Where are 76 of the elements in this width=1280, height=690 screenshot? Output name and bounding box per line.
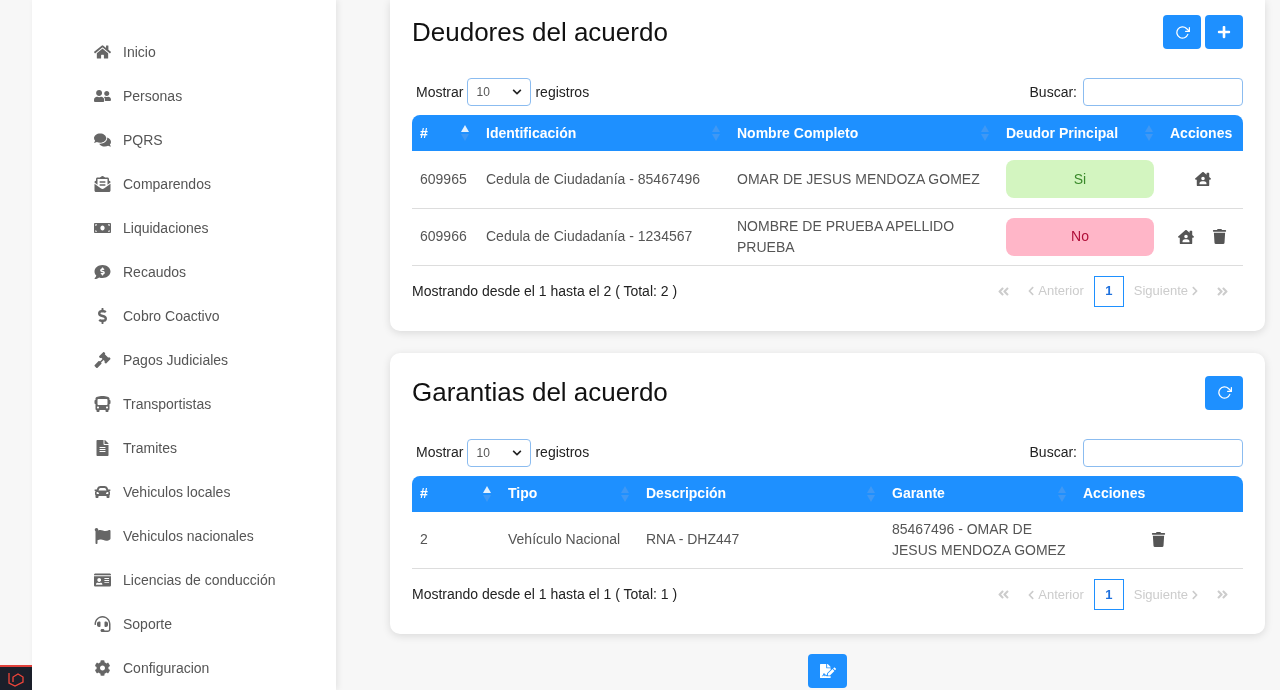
card-title: Garantias del acuerdo [412, 376, 668, 409]
sidebar-item[interactable]: Vehiculos locales [94, 470, 336, 514]
sidebar-item[interactable]: Cobro Coactivo [94, 294, 336, 338]
refresh-button[interactable] [1205, 375, 1243, 410]
trash-icon[interactable] [1212, 229, 1227, 244]
status-badge: Si [1006, 160, 1154, 199]
table-cell: 609966 [420, 228, 467, 244]
sidebar-item[interactable]: Personas [94, 74, 336, 118]
sidebar-item[interactable]: Transportistas [94, 382, 336, 426]
chevron-down-icon [512, 87, 523, 97]
table-cell: OMAR DE JESUS MENDOZA GOMEZ [737, 170, 980, 187]
page-button[interactable]: 1 [1093, 579, 1124, 610]
file-signature-icon [819, 663, 836, 679]
headset-icon [94, 616, 111, 632]
home-icon [94, 44, 111, 60]
table-cell: NOMBRE DE PRUEBA APELLIDO PRUEBA [737, 217, 955, 255]
document-icon [94, 440, 111, 456]
bus-icon [94, 396, 111, 412]
table-cell: 85467496 - OMAR DE JESUS MENDOZA GOMEZ [892, 520, 1066, 558]
sidebar-item[interactable]: Inicio [94, 30, 336, 74]
car-icon [94, 484, 111, 500]
sidebar-item[interactable]: Comparendos [94, 162, 336, 206]
home-user-icon[interactable] [1178, 228, 1194, 245]
table-cell: Cedula de Ciudadanía - 1234567 [486, 228, 693, 244]
users-icon [94, 88, 111, 104]
add-button[interactable] [1205, 15, 1243, 49]
page-button[interactable]: 1 [1093, 275, 1124, 307]
search-label: Buscar: [1029, 82, 1077, 102]
length-select[interactable]: 10 [467, 78, 532, 106]
search-field[interactable] [1083, 438, 1243, 467]
chat-bubbles-icon [94, 132, 111, 148]
sidebar-item[interactable]: Vehiculos nacionales [94, 514, 336, 558]
settings-icon [94, 660, 111, 676]
sidebar-item[interactable]: Licencias de conducción [94, 558, 336, 602]
table-cell: Cedula de Ciudadanía - 85467496 [486, 170, 701, 187]
refresh-icon [1174, 24, 1190, 40]
length-label: Mostrar [416, 82, 464, 102]
chevron-left-icon [1026, 286, 1037, 296]
table-cell: RNA - DHZ447 [646, 531, 740, 548]
logo-icon [0, 665, 32, 690]
table-info: Mostrando desde el 1 hasta el 2 ( Total: 2 ) [412, 281, 678, 301]
sidebar-item[interactable]: Soporte [94, 602, 336, 646]
search-label: Buscar: [1029, 443, 1077, 462]
table-info: Mostrando desde el 1 hasta el 1 ( Total: 1 ) [412, 585, 678, 604]
refresh-button[interactable] [1163, 15, 1201, 49]
table-cell: 609965 [420, 170, 467, 187]
chevron-right-icon [1190, 286, 1200, 296]
length-label: registros [535, 443, 590, 462]
sidebar-item[interactable]: Recaudos [94, 250, 336, 294]
table-cell: Vehículo Nacional [508, 531, 621, 548]
sign-document-button[interactable] [808, 654, 847, 688]
home-user-icon[interactable] [1194, 171, 1211, 188]
flag-icon [94, 528, 111, 544]
plus-icon [1217, 25, 1231, 39]
card-title: Deudores del acuerdo [412, 15, 668, 49]
id-card-icon [94, 572, 111, 588]
sidebar-item[interactable]: PQRS [94, 118, 336, 162]
status-badge: No [1006, 217, 1154, 256]
length-select[interactable]: 10 [467, 438, 532, 467]
sidebar-item[interactable]: Tramites [94, 426, 336, 470]
refresh-icon [1216, 385, 1232, 400]
trash-icon[interactable] [1151, 532, 1166, 548]
chevron-right-icon [1190, 589, 1200, 600]
sidebar-item[interactable]: Liquidaciones [94, 206, 336, 250]
length-label: Mostrar [416, 443, 464, 462]
money-bill-icon [94, 220, 111, 236]
sidebar-item[interactable]: Configuracion [94, 646, 336, 690]
gavel-icon [94, 352, 111, 368]
sidebar-item[interactable]: Pagos Judiciales [94, 338, 336, 382]
search-field[interactable] [1083, 78, 1243, 106]
chevron-left-icon [1026, 589, 1037, 600]
envelope-icon [94, 176, 111, 192]
chevron-down-icon [512, 447, 523, 458]
dollar-bubble-icon [94, 264, 111, 280]
table-cell: 2 [420, 531, 428, 548]
length-label: registros [535, 82, 590, 102]
